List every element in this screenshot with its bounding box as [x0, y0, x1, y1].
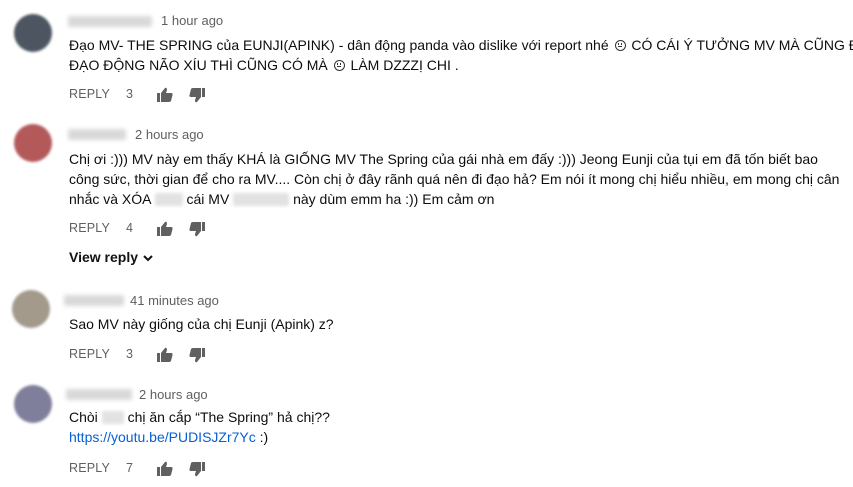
- author-name-blurred[interactable]: [68, 129, 126, 140]
- comment-text-line: Chị ơi :))) MV này em thấy KHÁ là GIỐNG …: [69, 151, 818, 167]
- blurred-text: [233, 193, 290, 206]
- thumbs-up-icon[interactable]: [156, 221, 174, 237]
- comment-text-line: chị ăn cắp “The Spring” hả chị??: [127, 409, 330, 425]
- reply-button[interactable]: REPLY: [69, 87, 110, 101]
- view-reply-button[interactable]: View reply: [69, 249, 154, 265]
- thumbs-up-icon[interactable]: [156, 87, 174, 103]
- author-name-blurred[interactable]: [68, 16, 152, 27]
- video-link[interactable]: https://youtu.be/PUDISJZr7Yc: [69, 429, 256, 445]
- avatar[interactable]: [14, 385, 52, 423]
- view-reply-label: View reply: [69, 249, 139, 265]
- thumbs-up-icon[interactable]: [156, 347, 174, 363]
- like-count: 3: [126, 87, 133, 101]
- comment-text-line: :): [255, 429, 269, 445]
- blurred-text: [154, 193, 183, 206]
- reply-button[interactable]: REPLY: [69, 461, 110, 475]
- like-count: 7: [126, 461, 133, 475]
- thumbs-down-icon[interactable]: [188, 221, 206, 237]
- comment-text-line: LÀM DZZZỊ CHI .: [350, 57, 459, 73]
- comment-text: Chị ơi :))) MV này em thấy KHÁ là GIỐNG …: [69, 149, 839, 209]
- reply-button[interactable]: REPLY: [69, 221, 110, 235]
- thumbs-down-icon[interactable]: [188, 461, 206, 477]
- comment-text: Chòi chị ăn cắp “The Spring” hả chị?? ht…: [69, 407, 330, 447]
- comment-text-line: Chòi: [69, 409, 98, 425]
- comment-time[interactable]: 41 minutes ago: [130, 293, 219, 308]
- like-count: 4: [126, 221, 133, 235]
- avatar[interactable]: [14, 14, 52, 52]
- comment-time[interactable]: 2 hours ago: [135, 127, 204, 142]
- comment-text: Đạo MV- THE SPRING của EUNJI(APINK) - dâ…: [69, 35, 853, 75]
- author-name-blurred[interactable]: [66, 389, 132, 400]
- reply-button[interactable]: REPLY: [69, 347, 110, 361]
- comment-text-line: cái MV: [186, 191, 230, 207]
- comment-text-line: Đạo MV- THE SPRING của EUNJI(APINK) - dâ…: [69, 37, 609, 53]
- comment-text-line: công sức, thời gian để cho ra MV.... Còn…: [69, 171, 840, 187]
- comment-time[interactable]: 1 hour ago: [161, 13, 223, 28]
- neutral-face-icon: [614, 40, 626, 51]
- comment-text-line: ĐẠO ĐỘNG NÃO XÍU THÌ CŨNG CÓ MÀ: [69, 57, 328, 73]
- thumbs-up-icon[interactable]: [156, 461, 174, 477]
- comment-time[interactable]: 2 hours ago: [139, 387, 208, 402]
- thumbs-down-icon[interactable]: [188, 347, 206, 363]
- comment-text: Sao MV này giống của chị Eunji (Apink) z…: [69, 316, 334, 332]
- thumbs-down-icon[interactable]: [188, 87, 206, 103]
- comment-text-line: nhắc và XÓA: [69, 191, 151, 207]
- like-count: 3: [126, 347, 133, 361]
- comment-text-line: này dùm emm ha :)) Em cảm ơn: [293, 191, 495, 207]
- blurred-text: [101, 411, 124, 424]
- avatar[interactable]: [12, 290, 50, 328]
- chevron-down-icon: [142, 251, 154, 263]
- expressionless-face-icon: [333, 60, 345, 71]
- author-name-blurred[interactable]: [64, 295, 124, 306]
- comment-text-line: CÓ CÁI Ý TƯỞNG MV MÀ CŨNG ĐI: [631, 37, 853, 53]
- avatar[interactable]: [14, 124, 52, 162]
